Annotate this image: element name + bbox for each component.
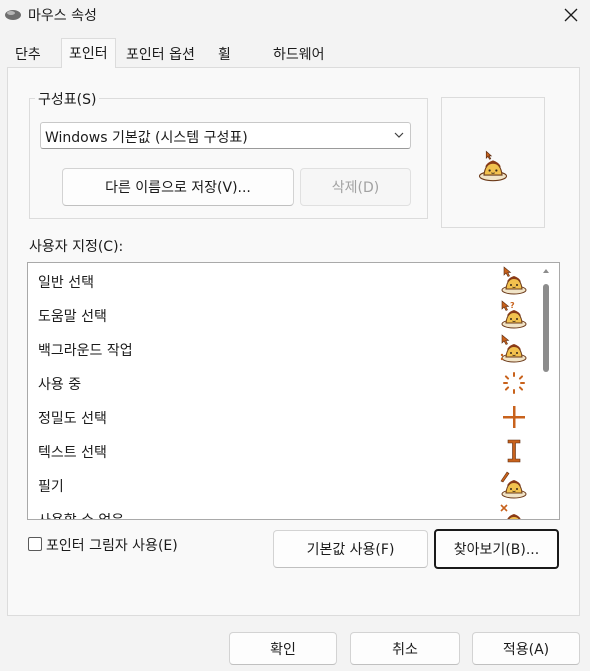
pudding-unavailable-icon [500,504,530,520]
close-button[interactable] [552,0,590,30]
list-item[interactable]: 일반 선택 [28,264,538,298]
tab-buttons[interactable]: 단추 [8,40,48,67]
apply-button[interactable]: 적용(A) [472,632,580,665]
list-item-label: 사용 중 [38,377,82,393]
pointer-shadow-checkbox[interactable] [28,537,42,551]
mouse-icon [5,10,21,20]
tab-pointers[interactable]: 포인터 [61,38,116,68]
spinner-icon [503,372,525,394]
list-item[interactable]: 사용 중 [28,366,538,400]
use-default-button[interactable]: 기본값 사용(F) [273,530,428,568]
tab-hardware[interactable]: 하드웨어 [266,40,332,67]
scheme-selected-value: Windows 기본값 (시스템 구성표) [45,130,248,146]
list-item[interactable]: 정밀도 선택 [28,400,538,434]
list-item[interactable]: 필기 [28,468,538,502]
chevron-down-icon [394,132,404,138]
ok-button[interactable]: 확인 [229,632,337,665]
tab-wheel[interactable]: 휠 [211,40,238,67]
list-item-label: 텍스트 선택 [38,445,107,461]
close-icon [564,8,578,22]
customize-label: 사용자 지정(C): [29,239,124,255]
cursor-list[interactable]: 일반 선택 도움말 선택 ? 백그라운드 작업 사용 중 정밀도 선택 텍스트 … [27,262,560,520]
pudding-pen-icon [500,471,530,501]
pudding-help-icon: ? [498,300,530,331]
scheme-dropdown[interactable]: Windows 기본값 (시스템 구성표) [40,122,411,149]
list-item-label: 일반 선택 [38,275,94,291]
browse-button[interactable]: 찾아보기(B)... [434,529,559,569]
pointer-shadow-label: 포인터 그림자 사용(E) [46,538,178,554]
list-item[interactable]: 사용할 수 없음 [28,502,538,520]
list-item-label: 필기 [38,479,64,495]
cancel-button[interactable]: 취소 [350,632,460,665]
list-item-label: 사용할 수 없음 [38,510,124,519]
list-item[interactable]: 도움말 선택 ? [28,298,538,332]
svg-text:?: ? [510,301,515,310]
delete-button[interactable]: 삭제(D) [300,168,411,206]
list-item[interactable]: 백그라운드 작업 [28,332,538,366]
scheme-label: 구성표(S) [35,89,100,109]
cursor-preview [441,97,545,228]
list-item-label: 정밀도 선택 [38,411,107,427]
list-item-label: 도움말 선택 [38,309,107,325]
pudding-arrow-icon [475,150,511,184]
pudding-busy-icon [500,334,530,365]
save-as-button[interactable]: 다른 이름으로 저장(V)... [62,168,294,206]
ibeam-icon [507,439,521,463]
crosshair-icon [503,406,525,428]
pudding-arrow-icon [498,266,530,297]
list-item[interactable]: 텍스트 선택 [28,434,538,468]
list-item-label: 백그라운드 작업 [38,343,133,359]
tab-pointer-options[interactable]: 포인터 옵션 [119,40,202,67]
title-bar: 마우스 속성 [0,0,590,30]
window-title: 마우스 속성 [28,8,97,24]
scrollbar-thumb[interactable] [543,284,549,372]
scroll-up-arrow-icon[interactable] [541,266,551,276]
